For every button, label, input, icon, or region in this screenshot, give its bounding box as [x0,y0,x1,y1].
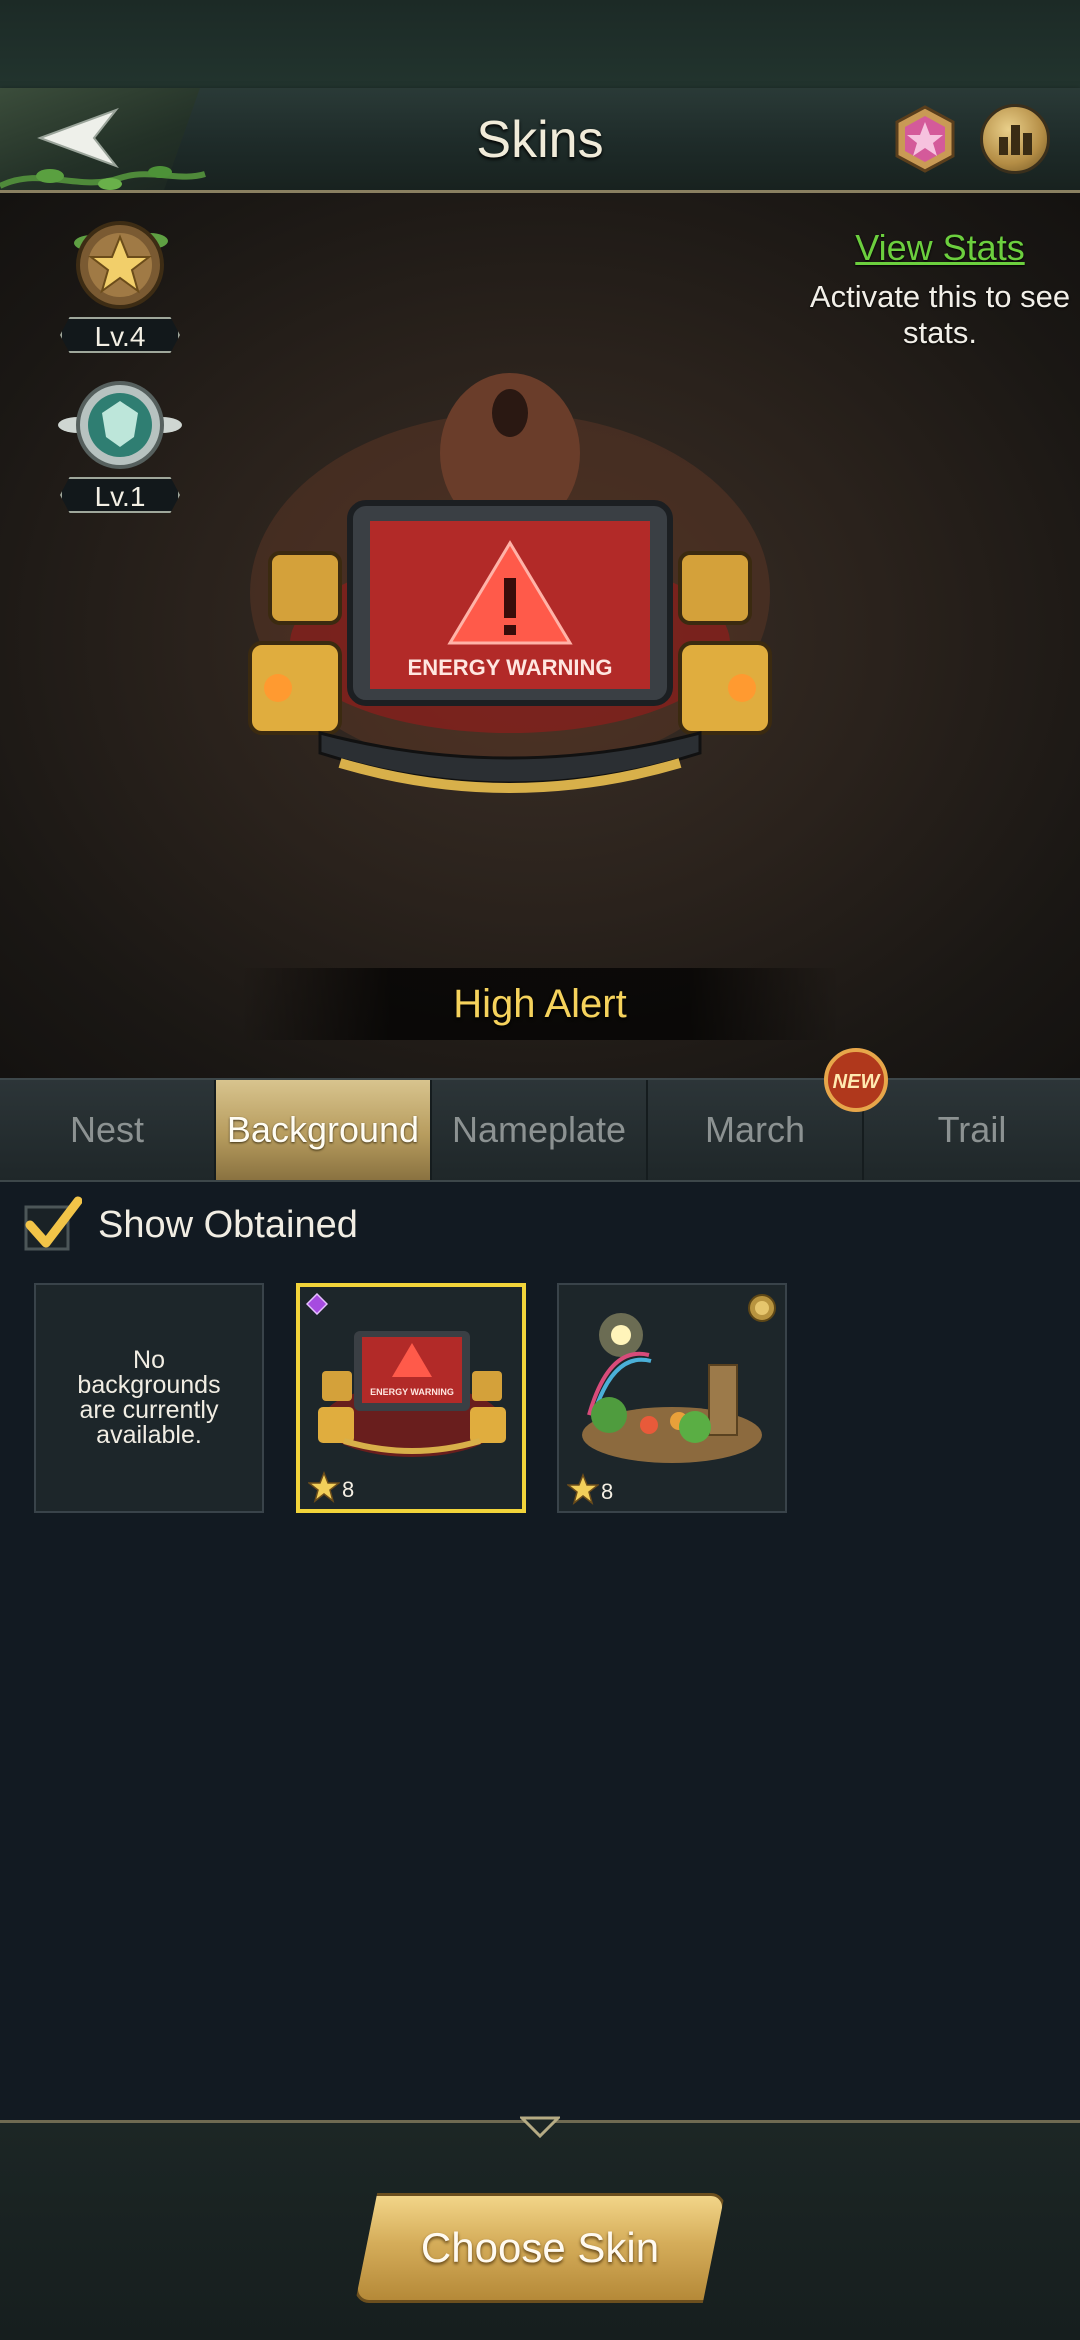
skin-preview: Lv.4 Lv.1 View Stats Activate this to se… [0,193,1080,1078]
thumbnail-warning-text: ENERGY WARNING [370,1387,454,1397]
tab-background[interactable]: Background [216,1080,432,1180]
page-title: Skins [476,111,604,169]
new-badge-icon: NEW [824,1048,888,1112]
star-count-value: 8 [342,1477,355,1502]
empty-background-cell: No backgrounds are currently available. [34,1283,264,1513]
star-count-value: 8 [601,1479,614,1504]
stats-hint-text: Activate this to see stats. [809,279,1071,350]
category-tabs: Nest Background Nameplate March Trail [0,1078,1080,1182]
tab-trail[interactable]: Trail [864,1080,1080,1180]
choose-skin-button[interactable]: Choose Skin [355,2193,725,2303]
show-obtained-label[interactable]: Show Obtained [98,1195,498,1255]
skin-artwork: ENERGY WARNING [248,373,772,793]
nest-level-badge[interactable]: Lv.4 [50,213,190,353]
nest-level-label: Lv.4 [60,317,180,353]
tab-nest[interactable]: Nest [0,1080,216,1180]
shield-emblem-icon [58,381,182,469]
artwork-warning-text: ENERGY WARNING [408,655,613,680]
star-count: 8 [567,1471,613,1505]
star-medal-icon [74,221,168,309]
background-item-high-alert[interactable]: ENERGY WARNING 8 [296,1283,526,1513]
new-badge-text: NEW [833,1071,882,1093]
view-stats-link[interactable]: View Stats [820,223,1060,273]
chevron-down-icon [520,2116,560,2138]
star-count: 8 [308,1469,354,1503]
garden-thumbnail [582,1313,762,1463]
gem-button[interactable] [890,104,960,174]
empty-message: No backgrounds are currently available. [77,1346,221,1449]
background-item-garden[interactable]: 8 [557,1283,787,1513]
gem-icon [895,105,955,173]
leaderboard-button[interactable] [980,104,1050,174]
skins-screen: Skins Lv.4 Lv.1 View Stats Activate this… [0,0,1080,2340]
show-obtained-checkbox[interactable] [22,1195,82,1255]
guard-level-label: Lv.1 [60,477,180,513]
high-alert-thumbnail: ENERGY WARNING [318,1331,506,1457]
status-area [0,0,1080,88]
leaderboard-icon [999,125,1032,155]
star-icon [308,1471,340,1503]
guard-level-badge[interactable]: Lv.1 [50,373,190,513]
tab-nameplate[interactable]: Nameplate [432,1080,648,1180]
vine-decoration-icon [0,166,206,190]
star-icon [567,1473,599,1505]
header-bar: Skins [0,88,1080,193]
skin-name: High Alert [453,982,627,1026]
